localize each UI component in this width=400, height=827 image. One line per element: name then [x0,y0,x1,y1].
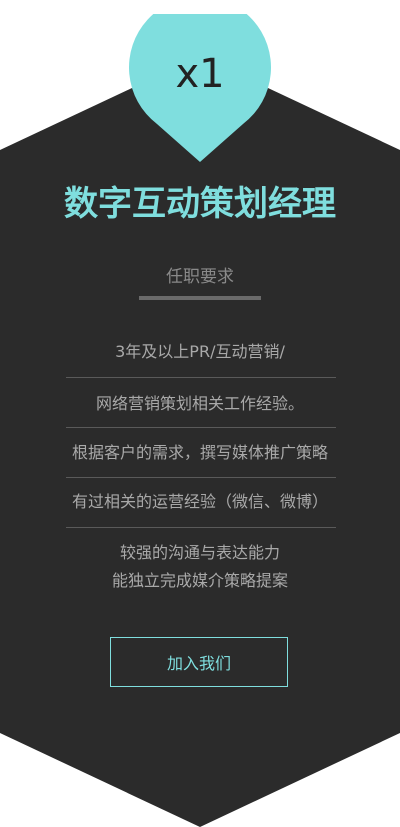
requirement-line: 较强的沟通与表达能力 [119,543,280,562]
requirements-heading: 任职要求 [166,267,234,287]
job-title: 数字互动策划经理 [64,184,336,224]
divider [66,427,336,428]
requirement-line: 能独立完成媒介策略提案 [111,571,288,590]
requirement-line: 根据客户的需求，撰写媒体推广策略 [71,443,328,462]
divider [66,527,336,528]
requirement-line: 3年及以上PR/互动营销/ [115,342,285,361]
join-us-button[interactable]: 加入我们 [110,637,288,687]
heading-underline [139,296,261,300]
divider [66,377,336,378]
requirement-line: 网络营销策划相关工作经验。 [95,394,304,413]
badge-label: x1 [175,51,225,97]
requirement-line: 有过相关的运营经验（微信、微博） [71,492,328,511]
divider [66,477,336,478]
